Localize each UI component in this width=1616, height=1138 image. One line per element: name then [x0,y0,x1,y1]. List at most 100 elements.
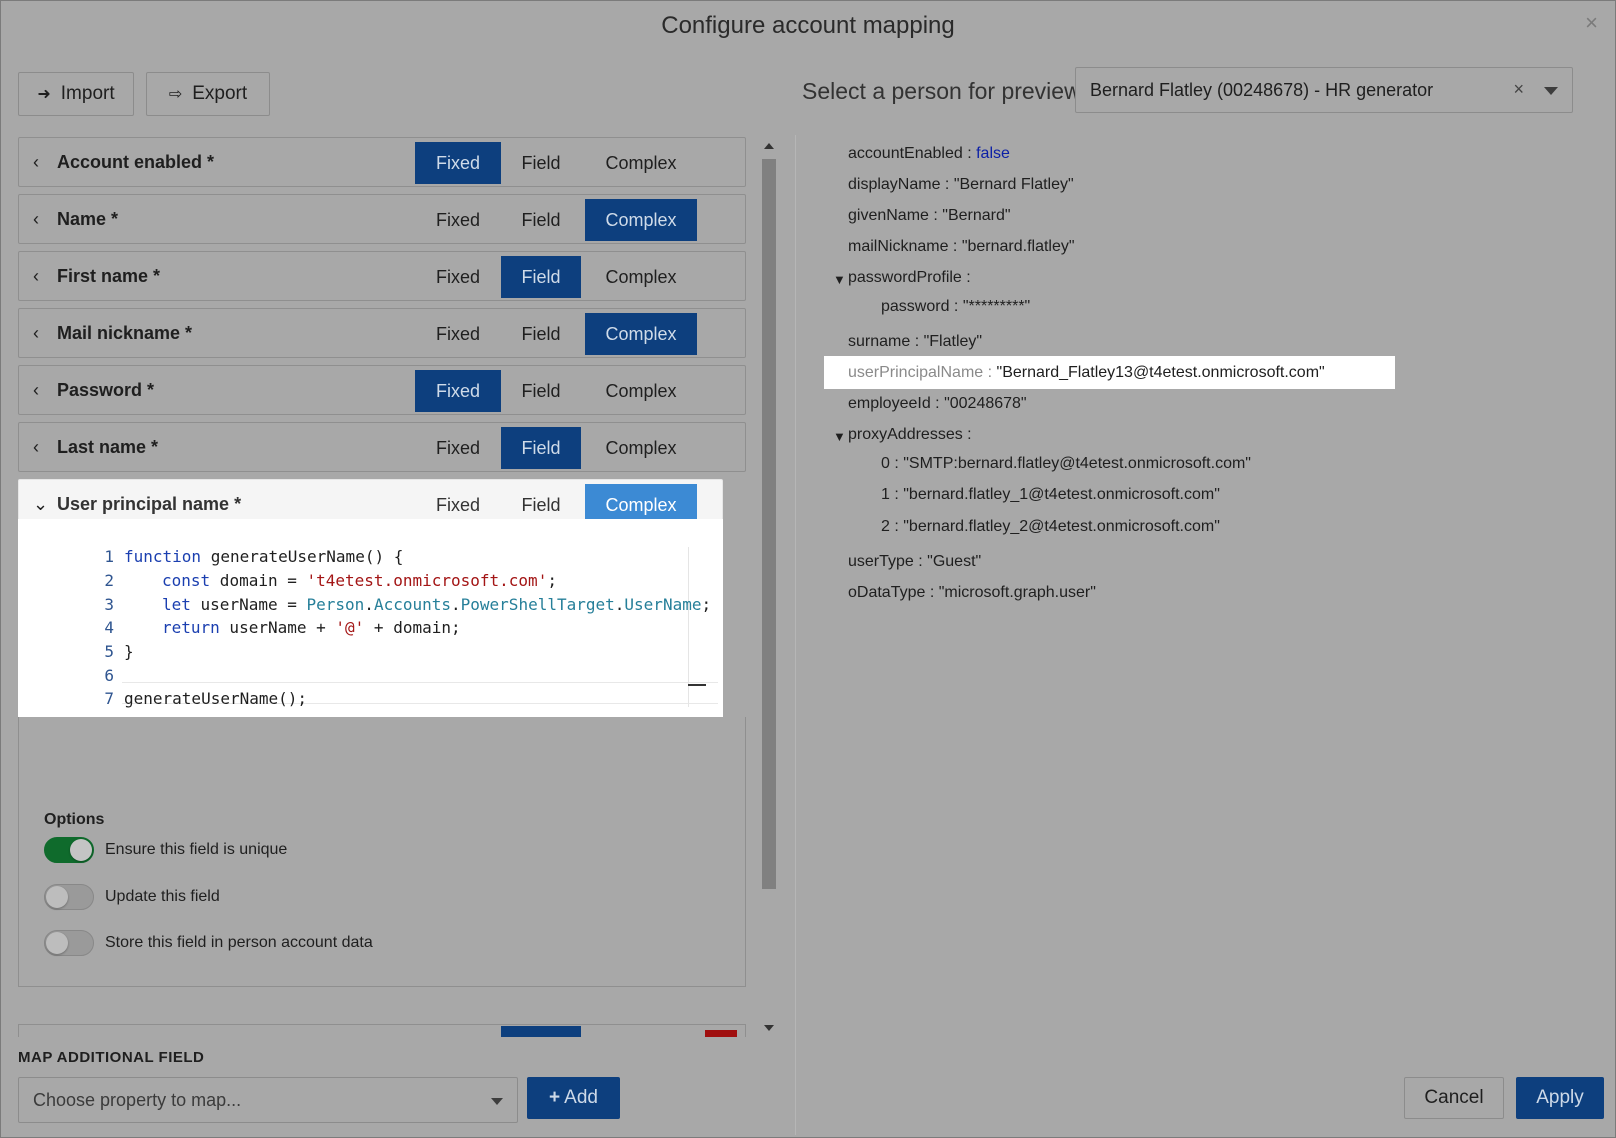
chevron-down-icon[interactable] [491,1098,503,1105]
mapping-list-scrollbar[interactable] [760,137,778,1037]
preview-line: accountEnabled : false [848,145,1010,163]
toggle-knob [46,932,68,954]
export-label: Export [192,83,247,105]
segment-complex-button[interactable]: Complex [585,313,697,355]
plus-icon: + [549,1087,560,1109]
mapping-list: ‹Account enabled *FixedFieldComplex‹Name… [18,137,746,1037]
import-icon: ➜ [37,84,50,104]
line-number: 2 [74,571,114,590]
segment-field-button[interactable]: Field [501,370,581,412]
scroll-down-icon[interactable] [764,1025,774,1031]
mapping-row-label: Account enabled * [57,152,214,173]
segment-complex-button[interactable]: Complex [585,142,697,184]
mapping-row-label: Mail nickname * [57,323,192,344]
choose-property-select[interactable]: Choose property to map... [18,1077,518,1123]
clear-icon[interactable]: × [1513,79,1524,100]
mapping-row-label: First name * [57,266,160,287]
person-select[interactable]: Bernard Flatley (00248678) - HR generato… [1075,67,1573,113]
expand-toggle-icon[interactable]: ▼ [833,272,846,287]
mapping-row[interactable]: ‹ Password * FixedFieldComplex [18,365,746,415]
mapping-row-label: Last name * [57,437,158,458]
chevron-left-icon[interactable]: ‹ [33,266,39,287]
segment-field-button[interactable]: Field [501,256,581,298]
option-label-update: Update this field [105,888,220,906]
segment-complex-button[interactable]: Complex [585,256,697,298]
panel-divider [795,135,796,1135]
segment-field-button[interactable]: Field [501,142,581,184]
chevron-down-icon[interactable]: ⌄ [33,494,48,515]
mapping-row-label: Name * [57,209,118,230]
segment-field-button[interactable]: Field [501,313,581,355]
preview-line: password : "*********" [881,298,1030,316]
toggle-update[interactable] [44,884,94,910]
segment-complex-button[interactable]: Complex [585,370,697,412]
editor-scroll-marker [688,684,706,686]
segment-active-partial [501,1026,581,1037]
segment-fixed-button[interactable]: Fixed [415,142,501,184]
preview-line: userType : "Guest" [848,553,981,571]
scrollbar-thumb[interactable] [762,159,776,889]
code-line: return userName + '@' + domain; [162,618,461,637]
preview-line: mailNickname : "bernard.flatley" [848,238,1075,256]
mapping-row-partial[interactable] [18,1024,746,1037]
choose-property-placeholder: Choose property to map... [33,1090,241,1110]
options-title: Options [44,811,104,829]
apply-button[interactable]: Apply [1516,1077,1604,1119]
mapping-row[interactable]: ‹ Last name * FixedFieldComplex [18,422,746,472]
import-button[interactable]: ➜ Import [18,72,134,116]
expand-toggle-icon[interactable]: ▼ [833,429,846,444]
error-marker [705,1030,737,1037]
add-label: Add [564,1087,598,1109]
preview-line: passwordProfile : [848,269,971,287]
segment-field-button[interactable]: Field [501,199,581,241]
segment-fixed-button[interactable]: Fixed [415,370,501,412]
code-line: const domain = 't4etest.onmicrosoft.com'… [162,571,557,590]
segment-complex-button[interactable]: Complex [585,199,697,241]
preview-line: givenName : "Bernard" [848,207,1011,225]
import-label: Import [61,83,115,105]
line-number: 1 [74,547,114,566]
code-editor[interactable]: 1 2 3 4 5 6 7 function generateUserName(… [18,519,723,717]
code-line: generateUserName(); [124,689,307,708]
mapping-row[interactable]: ‹ Account enabled * FixedFieldComplex [18,137,746,187]
preview-line: 0 : "SMTP:bernard.flatley@t4etest.onmicr… [881,455,1251,473]
preview-line: surname : "Flatley" [848,333,982,351]
toggle-knob [70,839,92,861]
preview-selector-label: Select a person for preview [802,78,1081,105]
chevron-left-icon[interactable]: ‹ [33,152,39,173]
preview-line: userPrincipalName : "Bernard_Flatley13@t… [848,364,1325,382]
preview-line: proxyAddresses : [848,426,972,444]
segment-fixed-button[interactable]: Fixed [415,256,501,298]
line-number: 6 [74,666,114,685]
mapping-row[interactable]: ‹ Name * FixedFieldComplex [18,194,746,244]
chevron-down-icon[interactable] [1544,87,1558,95]
chevron-left-icon[interactable]: ‹ [33,323,39,344]
close-icon[interactable]: × [1585,10,1598,36]
line-number: 4 [74,618,114,637]
editor-vertical-ruler [688,547,689,707]
map-additional-field-label: MAP ADDITIONAL FIELD [18,1049,204,1066]
segment-fixed-button[interactable]: Fixed [415,199,501,241]
code-line: } [124,642,134,661]
mapping-row[interactable]: ‹ Mail nickname * FixedFieldComplex [18,308,746,358]
line-number: 5 [74,642,114,661]
toggle-unique[interactable] [44,837,94,863]
chevron-left-icon[interactable]: ‹ [33,209,39,230]
segment-fixed-button[interactable]: Fixed [415,313,501,355]
mapping-row-label: Password * [57,380,154,401]
toggle-store[interactable] [44,930,94,956]
line-number: 7 [74,689,114,708]
scroll-up-icon[interactable] [764,143,774,149]
preview-line: 2 : "bernard.flatley_2@t4etest.onmicroso… [881,518,1220,536]
segment-complex-button[interactable]: Complex [585,427,697,469]
chevron-left-icon[interactable]: ‹ [33,380,39,401]
cancel-button[interactable]: Cancel [1404,1077,1504,1119]
segment-field-button[interactable]: Field [501,427,581,469]
export-button[interactable]: ⇨ Export [146,72,270,116]
chevron-left-icon[interactable]: ‹ [33,437,39,458]
segment-fixed-button[interactable]: Fixed [415,427,501,469]
mapping-row[interactable]: ‹ First name * FixedFieldComplex [18,251,746,301]
preview-line: employeeId : "00248678" [848,395,1027,413]
preview-line: oDataType : "microsoft.graph.user" [848,584,1096,602]
add-button[interactable]: + Add [527,1077,620,1119]
